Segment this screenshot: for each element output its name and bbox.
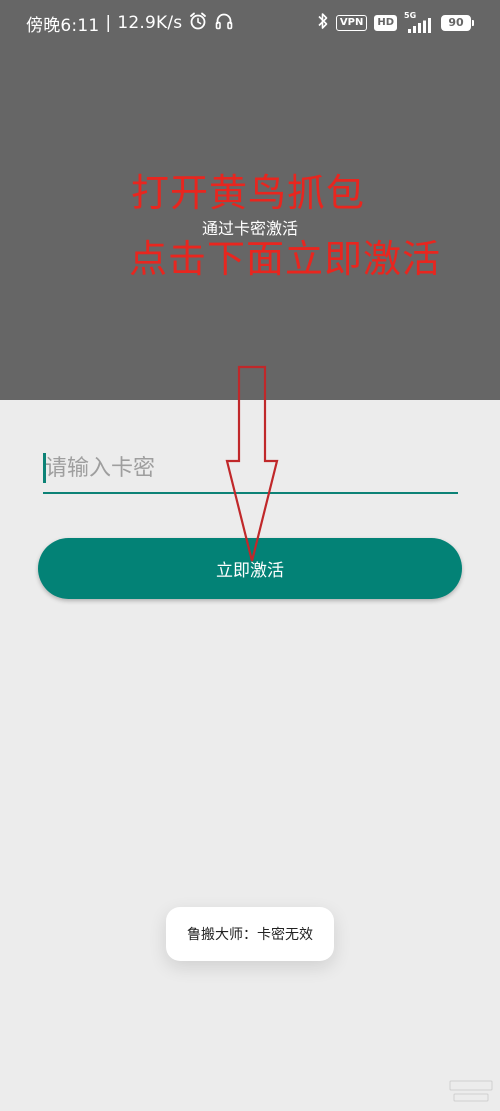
status-separator: | — [105, 13, 112, 33]
card-code-input[interactable] — [43, 448, 458, 494]
header-area: 打开黄鸟抓包 通过卡密激活 点击下面立即激活 — [0, 44, 500, 400]
annotation-line-2: 点击下面立即激活 — [129, 237, 442, 281]
status-left: 傍晚6:11 | 12.9K/s — [26, 11, 234, 36]
signal-icon — [408, 18, 431, 33]
text-caret — [43, 453, 46, 483]
toast-message: 鲁搬大师：卡密无效 — [166, 907, 334, 961]
battery-level: 90 — [441, 15, 471, 31]
signal-indicator: 5G — [404, 11, 434, 33]
network-speed: 12.9K/s — [117, 13, 183, 33]
code-input-wrapper — [43, 448, 458, 494]
watermark-logo-icon — [449, 1080, 493, 1102]
app-screen: 傍晚6:11 | 12.9K/s VPN HD 5G 90 打开黄鸟抓包 通过卡… — [0, 0, 500, 1111]
annotation-line-1: 打开黄鸟抓包 — [131, 171, 366, 215]
alarm-icon — [188, 11, 208, 36]
battery-indicator: 90 — [441, 15, 474, 31]
status-time: 傍晚6:11 — [26, 15, 100, 36]
headset-icon — [214, 11, 234, 36]
bluetooth-icon — [317, 11, 329, 35]
status-bar: 傍晚6:11 | 12.9K/s VPN HD 5G 90 — [0, 0, 500, 44]
status-right: VPN HD 5G 90 — [317, 11, 474, 35]
activate-button[interactable]: 立即激活 — [38, 538, 462, 599]
battery-tip — [472, 20, 474, 26]
hd-badge: HD — [374, 15, 397, 31]
vpn-badge: VPN — [335, 15, 368, 31]
